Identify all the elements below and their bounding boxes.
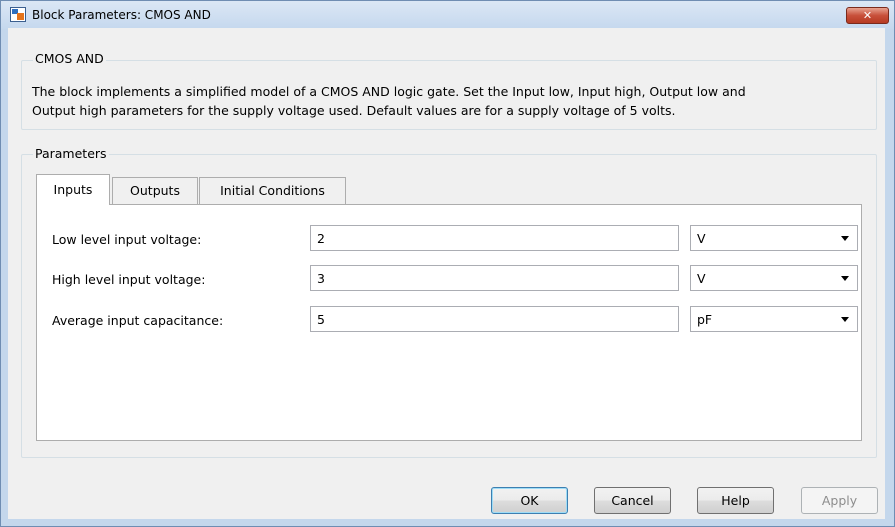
average-input-capacitance-label: Average input capacitance: — [52, 313, 224, 328]
average-input-capacitance-unit-select[interactable]: pF — [690, 306, 858, 332]
help-button[interactable]: Help — [697, 487, 774, 514]
unit-value: V — [697, 271, 706, 286]
inputs-tab-panel: Low level input voltage: 2 V High level … — [36, 204, 862, 441]
low-level-input-voltage-unit-select[interactable]: V — [690, 225, 858, 251]
ok-button[interactable]: OK — [491, 487, 568, 514]
block-name-label: CMOS AND — [33, 51, 106, 66]
dropdown-arrow-icon — [841, 317, 849, 322]
tab-inputs[interactable]: Inputs — [36, 174, 110, 205]
window-title: Block Parameters: CMOS AND — [32, 8, 211, 22]
tab-outputs[interactable]: Outputs — [112, 177, 198, 204]
tab-initial-conditions[interactable]: Initial Conditions — [199, 177, 346, 204]
unit-value: V — [697, 231, 706, 246]
simulink-app-icon — [10, 7, 26, 22]
title-bar[interactable]: Block Parameters: CMOS AND ✕ — [1, 1, 894, 29]
dropdown-arrow-icon — [841, 276, 849, 281]
dropdown-arrow-icon — [841, 236, 849, 241]
high-level-input-voltage-unit-select[interactable]: V — [690, 265, 858, 291]
description-line-1: The block implements a simplified model … — [32, 84, 746, 99]
description-line-2: Output high parameters for the supply vo… — [32, 103, 676, 118]
average-input-capacitance-field[interactable]: 5 — [310, 306, 679, 332]
unit-value: pF — [697, 312, 713, 327]
low-level-input-voltage-field[interactable]: 2 — [310, 225, 679, 251]
low-level-input-voltage-label: Low level input voltage: — [52, 232, 202, 247]
close-button[interactable]: ✕ — [846, 7, 889, 24]
high-level-input-voltage-field[interactable]: 3 — [310, 265, 679, 291]
block-description: The block implements a simplified model … — [32, 82, 882, 120]
parameters-group-label: Parameters — [33, 146, 109, 161]
high-level-input-voltage-label: High level input voltage: — [52, 272, 206, 287]
apply-button[interactable]: Apply — [801, 487, 878, 514]
cancel-button[interactable]: Cancel — [594, 487, 671, 514]
